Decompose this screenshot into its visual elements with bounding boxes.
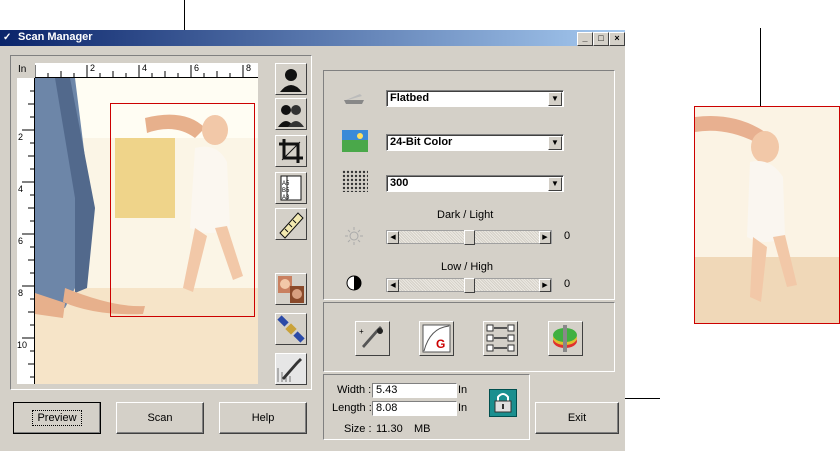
svg-text:+: +: [359, 327, 364, 336]
cropped-preview-image: [694, 106, 840, 324]
color-mode-select[interactable]: 24-Bit Color ▼: [386, 134, 564, 151]
slider-left-arrow[interactable]: ◀: [387, 231, 399, 244]
maximize-button[interactable]: □: [593, 32, 609, 46]
brightness-value: 0: [564, 230, 571, 242]
color-wheel-button[interactable]: [548, 321, 583, 356]
brightness-icon: [344, 226, 364, 246]
minimize-button[interactable]: _: [577, 32, 593, 46]
h-tick-label: 8: [246, 63, 252, 73]
contrast-icon: [344, 273, 364, 293]
length-field[interactable]: 8.08: [372, 401, 457, 416]
size-value: 11.30: [376, 423, 403, 435]
portrait-icon: [280, 69, 302, 92]
slider-left-arrow[interactable]: ◀: [387, 279, 399, 292]
svg-text:B5: B5: [282, 188, 290, 194]
paper-size-button[interactable]: A5 B5 A3: [275, 172, 307, 204]
faces-button[interactable]: [275, 273, 307, 305]
v-ruler-ticks: [22, 90, 34, 378]
lock-icon: [494, 393, 512, 413]
lock-aspect-button[interactable]: [489, 389, 517, 417]
ruler-button[interactable]: [275, 208, 307, 240]
v-tick-label: 8: [18, 288, 24, 298]
scan-button[interactable]: Scan: [116, 402, 204, 434]
h-tick-label: 2: [90, 63, 96, 73]
satellite-icon: [277, 315, 305, 343]
brightness-slider[interactable]: ◀ ▶: [386, 230, 552, 245]
resolution-icon: [342, 170, 368, 192]
color-balance-icon: [486, 324, 515, 352]
source-select[interactable]: Flatbed ▼: [386, 90, 564, 107]
v-tick-label: 4: [18, 184, 24, 194]
brightness-label: Dark / Light: [437, 209, 494, 221]
color-wheel-icon: [553, 325, 577, 352]
v-tick-label: 2: [18, 132, 24, 142]
group-icon: [278, 105, 304, 127]
resolution-select[interactable]: 300 ▼: [386, 175, 564, 192]
chevron-down-icon[interactable]: ▼: [548, 177, 562, 191]
svg-text:A5: A5: [282, 181, 290, 187]
horizontal-ruler: 2 4 6 8: [35, 63, 258, 78]
portrait-button[interactable]: [275, 63, 307, 95]
scan-area-frame[interactable]: [110, 103, 255, 317]
contrast-slider[interactable]: ◀ ▶: [386, 278, 552, 293]
preview-button-label: Preview: [32, 410, 82, 426]
ruler-unit-label: In: [18, 64, 27, 75]
v-tick-label: 6: [18, 236, 24, 246]
svg-text:A3: A3: [282, 195, 290, 201]
length-unit: In: [458, 402, 468, 414]
scanner-source-icon: [340, 86, 368, 108]
chevron-down-icon[interactable]: ▼: [548, 92, 562, 106]
size-label: Size :: [344, 423, 372, 435]
color-balance-button[interactable]: [483, 321, 518, 356]
contrast-value: 0: [564, 278, 571, 290]
h-tick-label: 4: [142, 63, 148, 73]
crop-icon: [279, 139, 303, 163]
brightness-thumb[interactable]: [464, 230, 475, 245]
close-button[interactable]: ×: [609, 32, 625, 46]
group-button[interactable]: [275, 98, 307, 130]
color-mode-value: 24-Bit Color: [390, 136, 453, 148]
scan-button-label: Scan: [147, 412, 173, 424]
length-label: Length :: [332, 402, 372, 414]
width-label: Width :: [337, 384, 372, 396]
gamma-curve-button[interactable]: G: [419, 321, 454, 356]
size-unit: MB: [414, 423, 431, 435]
exit-button-label: Exit: [567, 412, 587, 424]
source-value: Flatbed: [390, 92, 430, 104]
contrast-thumb[interactable]: [464, 278, 475, 293]
width-unit: In: [458, 384, 468, 396]
svg-text:G: G: [436, 337, 445, 351]
width-field[interactable]: 5.43: [372, 383, 457, 398]
color-picker-button[interactable]: +: [355, 321, 390, 356]
window-title: Scan Manager: [18, 31, 93, 43]
eyedropper-icon: [276, 354, 306, 384]
cropped-baby-photo: [695, 107, 839, 323]
faces-icon: [278, 276, 304, 303]
resolution-value: 300: [390, 177, 409, 189]
preview-button[interactable]: Preview: [13, 402, 101, 434]
h-tick-label: 6: [194, 63, 200, 73]
paper-size-icon: A5B5A3: [280, 175, 302, 201]
callout-line-top-right: [760, 28, 761, 106]
gamma-curve-icon: G: [422, 324, 451, 353]
exit-button[interactable]: Exit: [535, 402, 619, 434]
color-mode-icon: [342, 130, 368, 152]
ruler-icon: [279, 212, 304, 239]
title-bar: ✓ Scan Manager _ □ ×: [0, 30, 625, 46]
app-logo-icon: ✓: [3, 32, 12, 43]
help-button[interactable]: Help: [219, 402, 307, 434]
color-picker-icon: +: [359, 326, 383, 348]
slider-right-arrow[interactable]: ▶: [539, 231, 551, 244]
chevron-down-icon[interactable]: ▼: [548, 136, 562, 150]
eyedropper-button[interactable]: [275, 353, 307, 385]
vertical-ruler: 2 4 6 8 10: [17, 78, 35, 384]
crop-button[interactable]: [275, 135, 307, 167]
v-tick-label: 10: [17, 340, 28, 350]
satellite-button[interactable]: [275, 313, 307, 345]
help-button-label: Help: [251, 412, 275, 424]
slider-right-arrow[interactable]: ▶: [539, 279, 551, 292]
contrast-label: Low / High: [441, 261, 493, 273]
